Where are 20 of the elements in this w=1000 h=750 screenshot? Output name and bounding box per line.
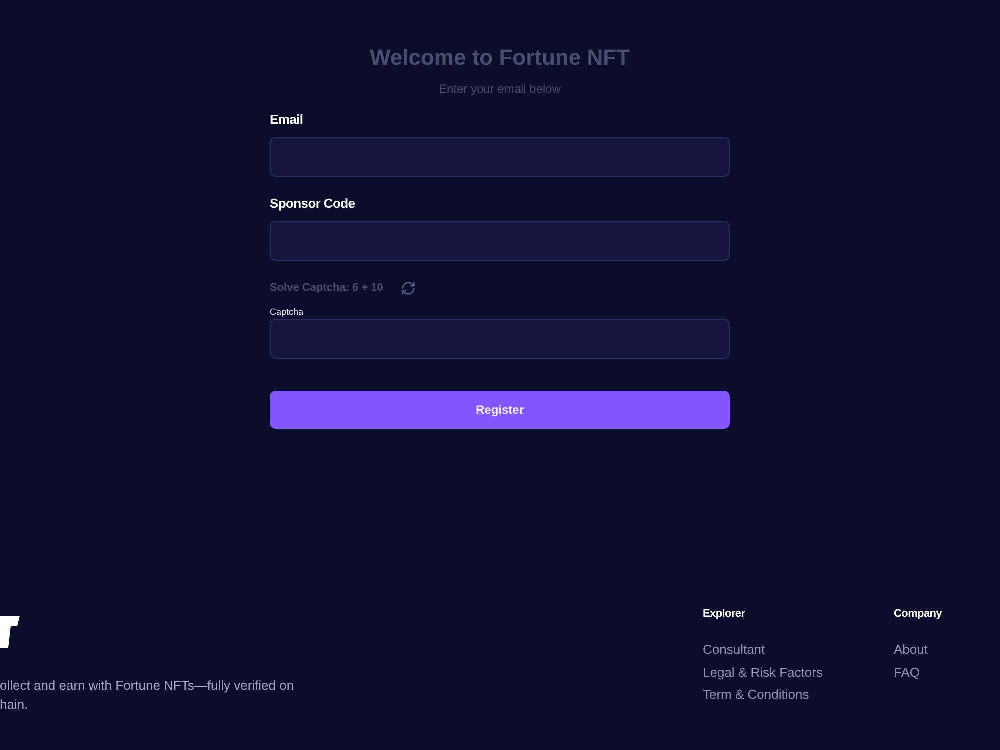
email-input[interactable] (270, 137, 730, 177)
captcha-input[interactable] (270, 319, 730, 359)
page-title: Welcome to Fortune NFT (370, 44, 630, 72)
sponsor-code-input[interactable] (270, 221, 730, 261)
footer-link[interactable]: Term & Conditions (703, 684, 810, 706)
page-subtitle: Enter your email below (438, 81, 562, 97)
field-label: Captcha (270, 306, 305, 318)
refresh-icon[interactable] (401, 280, 416, 296)
logo-icon (0, 614, 20, 648)
field-label: Email (270, 112, 304, 128)
footer-link[interactable]: Legal & Risk Factors (703, 662, 823, 684)
footer-link[interactable]: About (894, 639, 928, 662)
footer-heading: Company (894, 607, 944, 621)
footer-link[interactable]: Consultant (703, 639, 766, 662)
footer-heading: Explorer (703, 607, 746, 621)
footer-description: ollect and earn with Fortune NFTs—fully verified on hain. (0, 677, 294, 714)
captcha-question: Solve Captcha: 6 + 10 (270, 281, 384, 296)
register-button[interactable]: Register (270, 391, 730, 429)
footer-link[interactable]: FAQ (894, 662, 920, 684)
field-label: Sponsor Code (270, 196, 356, 212)
